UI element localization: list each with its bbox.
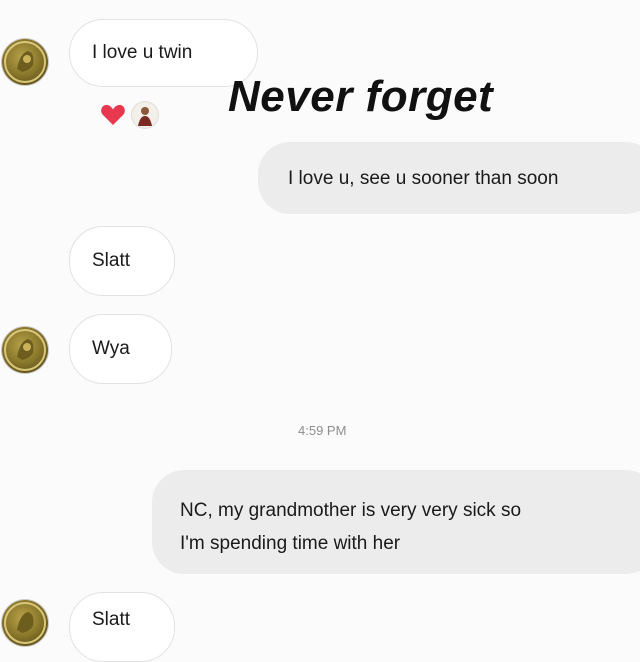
- message-text: I love u twin: [92, 42, 193, 63]
- message-timestamp: 4:59 PM: [298, 423, 347, 438]
- contact-avatar[interactable]: [2, 600, 48, 646]
- message-text: Wya: [92, 338, 130, 359]
- message-text-line-2: I'm spending time with her: [180, 533, 401, 554]
- message-text: Slatt: [92, 250, 131, 271]
- outgoing-message-bubble[interactable]: I love u, see u sooner than soon: [258, 142, 640, 214]
- incoming-message-bubble[interactable]: Slatt: [69, 592, 175, 662]
- reactor-avatar-icon: [132, 102, 158, 128]
- overlay-caption: Never forget: [228, 72, 494, 121]
- heart-icon: [101, 104, 125, 125]
- message-text: Slatt: [92, 609, 131, 630]
- incoming-message-bubble[interactable]: Slatt: [69, 226, 175, 296]
- contact-avatar[interactable]: [2, 327, 48, 373]
- incoming-message-bubble[interactable]: Wya: [69, 314, 172, 384]
- message-text: I love u, see u sooner than soon: [288, 168, 559, 189]
- message-text-line-1: NC, my grandmother is very very sick so: [180, 500, 522, 521]
- contact-avatar[interactable]: [2, 39, 48, 85]
- message-reactions[interactable]: [100, 102, 158, 128]
- top-cropped-reaction: [96, 0, 166, 6]
- outgoing-message-bubble[interactable]: NC, my grandmother is very very sick so …: [152, 470, 640, 574]
